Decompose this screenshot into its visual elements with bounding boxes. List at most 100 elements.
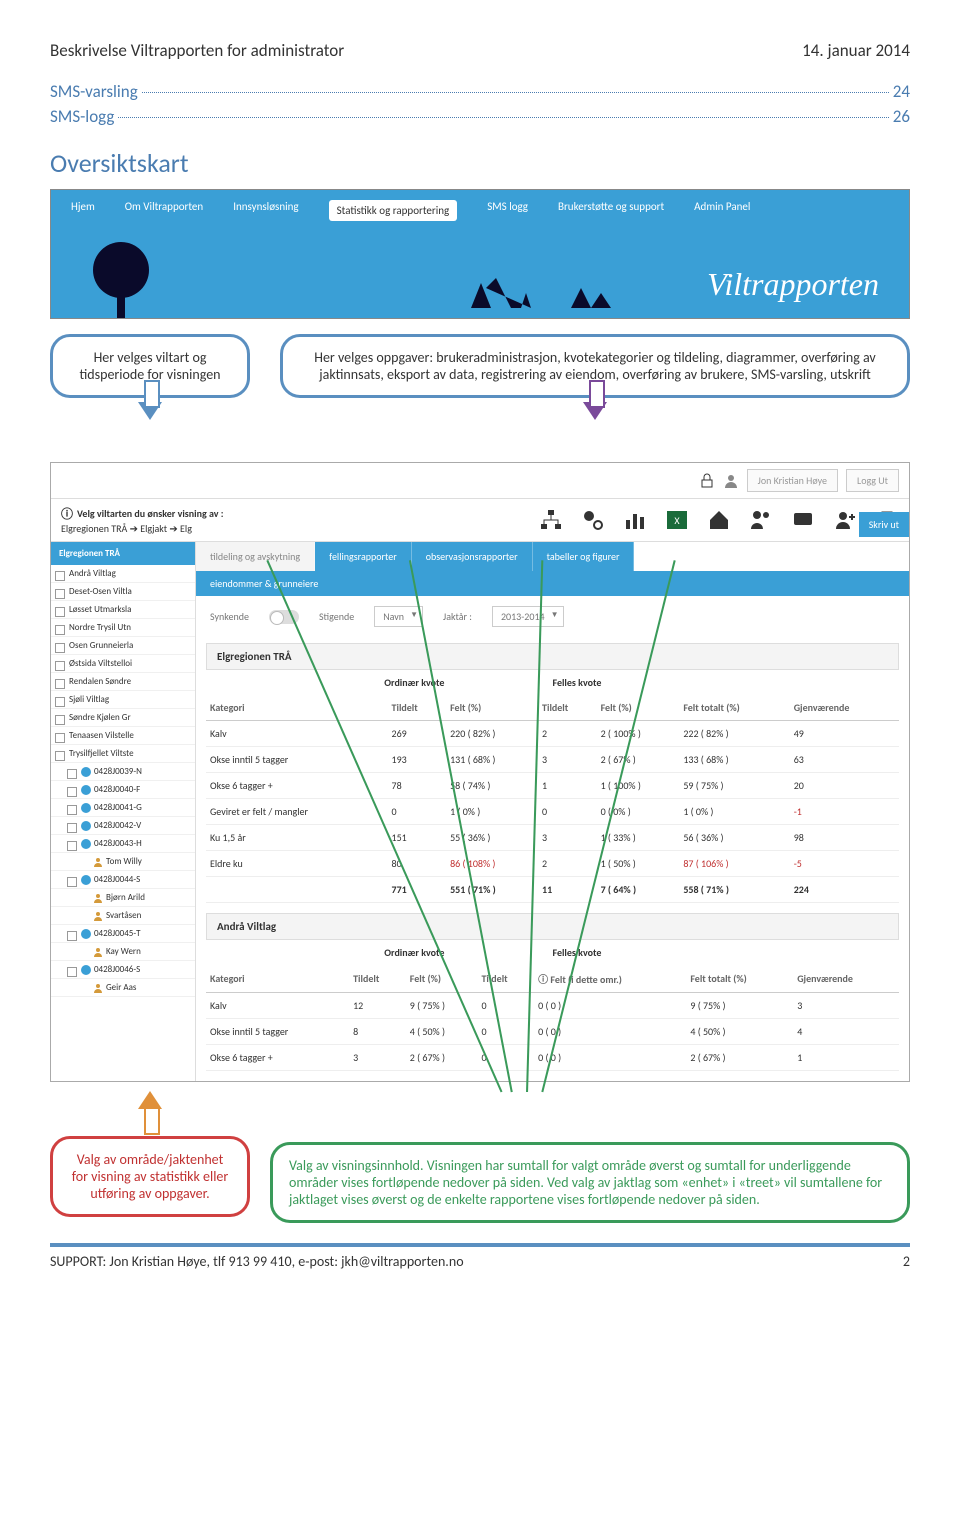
tree-item[interactable]: Andrå Viltlag (51, 565, 195, 583)
cell: 4 ( 50% ) (406, 1019, 478, 1045)
print-label[interactable]: Skriv ut (859, 512, 909, 537)
cell: Geviret er felt / mangler (206, 799, 388, 825)
disc-icon (81, 839, 91, 849)
cell: 8 (349, 1019, 406, 1045)
cell: 224 (790, 877, 899, 903)
header-right: 14. januar 2014 (802, 40, 910, 61)
cell: 2 (538, 851, 597, 877)
jaktar-dropdown[interactable]: 2013-2014 (492, 606, 564, 627)
table-row: Okse 6 tagger +32 ( 67% )00 ( 0 )2 ( 67%… (206, 1045, 899, 1071)
tree-item[interactable]: Tom Willy (51, 853, 195, 871)
tree-item[interactable]: 0428J0039-N (51, 763, 195, 781)
nav-item[interactable]: Admin Panel (694, 200, 750, 221)
cell: 0 (477, 993, 534, 1019)
tab[interactable]: observasjonsrapporter (412, 542, 533, 571)
tree-item[interactable]: 0428J0040-F (51, 781, 195, 799)
user-swap-icon[interactable] (749, 508, 773, 532)
logout-button[interactable]: Logg Ut (846, 469, 899, 492)
cell: 55 ( 36% ) (446, 825, 538, 851)
sidebar-head[interactable]: Elgregionen TRÅ (51, 542, 195, 565)
person-icon[interactable] (723, 473, 739, 489)
tree-item[interactable]: 0428J0045-T (51, 925, 195, 943)
tree-item[interactable]: Trysilfjellet Viltste (51, 745, 195, 763)
cell: 2 ( 100% ) (597, 721, 680, 747)
cell: Okse 6 tagger + (206, 773, 388, 799)
tree-item[interactable]: Tenaasen Vilstelle (51, 727, 195, 745)
user-name-button[interactable]: Jon Kristian Høye (747, 469, 838, 492)
cell: Okse 6 tagger + (206, 1045, 349, 1071)
nav-item[interactable]: Om Viltrapporten (125, 200, 203, 221)
sort-toggle[interactable] (269, 610, 299, 624)
tree-item[interactable]: Sjøli Viltlag (51, 691, 195, 709)
tree-item[interactable]: Osen Grunneierla (51, 637, 195, 655)
home-icon[interactable] (707, 508, 731, 532)
tree-item[interactable]: Nordre Trysil Utn (51, 619, 195, 637)
table-row: Okse inntil 5 tagger84 ( 50% )00 ( 0 )4 … (206, 1019, 899, 1045)
tree-label: 0428J0044-S (94, 874, 140, 885)
cell: 1 ( 0% ) (679, 799, 789, 825)
cell: 20 (790, 773, 899, 799)
ordinaer-label: Ordinær kvote (384, 676, 552, 689)
user-add-icon[interactable] (833, 508, 857, 532)
tree-label: 0428J0042-V (94, 820, 141, 831)
name-dropdown[interactable]: Navn (374, 606, 423, 627)
gear-people-icon[interactable] (581, 508, 605, 532)
tree-item[interactable]: 0428J0042-V (51, 817, 195, 835)
cell: 49 (790, 721, 899, 747)
tree-label: Bjørn Arild (106, 892, 145, 903)
tab[interactable]: tildeling og avskytning (196, 542, 315, 571)
toc-label: SMS-varsling (50, 81, 138, 102)
tree-item[interactable]: 0428J0044-S (51, 871, 195, 889)
cell: Kalv (206, 721, 388, 747)
tree-item[interactable]: 0428J0041-G (51, 799, 195, 817)
tree-silhouette-icon (81, 238, 161, 318)
excel-icon[interactable]: X (665, 508, 689, 532)
nav-item[interactable]: SMS logg (487, 200, 528, 221)
tree-item[interactable]: Kay Wern (51, 943, 195, 961)
cell: Kalv (206, 993, 349, 1019)
nav-item[interactable]: Brukerstøtte og support (558, 200, 664, 221)
person-icon (93, 911, 103, 921)
tree-label: Svartåsen (106, 910, 141, 921)
cell: 56 ( 36% ) (679, 825, 789, 851)
col-header: Tildelt (538, 695, 597, 721)
tree-item[interactable]: Rendalen Søndre (51, 673, 195, 691)
cell: 131 ( 68% ) (446, 747, 538, 773)
col-header: Tildelt (477, 965, 534, 993)
disc-icon (81, 965, 91, 975)
ordinaer-label: Ordinær kvote (384, 946, 552, 959)
cell: 0 ( 0% ) (597, 799, 680, 825)
tree-item[interactable]: Bjørn Arild (51, 889, 195, 907)
subtab[interactable]: eiendommer & grunneiere (196, 571, 909, 596)
tree-label: Østsida Viltstelloi (69, 658, 132, 669)
cell: 3 (793, 993, 899, 1019)
tree-item[interactable]: 0428J0043-H (51, 835, 195, 853)
nav-item[interactable]: Statistikk og rapportering (329, 200, 458, 221)
tree-item[interactable]: 0428J0046-S (51, 961, 195, 979)
tab[interactable]: fellingsrapporter (315, 542, 412, 571)
tree-item[interactable]: Deset-Osen Viltla (51, 583, 195, 601)
tree-item[interactable]: Svartåsen (51, 907, 195, 925)
app-screenshot: Jon Kristian Høye Logg Ut ⓘ Velg viltart… (50, 462, 910, 1082)
tree-label: Osen Grunneierla (69, 640, 133, 651)
tree-item[interactable]: Østsida Viltstelloi (51, 655, 195, 673)
cell: 11 (538, 877, 597, 903)
tree-label: Deset-Osen Viltla (69, 586, 132, 597)
nav-item[interactable]: Innsynsløsning (233, 200, 298, 221)
tree-label: Tom Willy (106, 856, 142, 867)
sms-icon[interactable] (791, 508, 815, 532)
hierarchy-icon[interactable] (539, 508, 563, 532)
cell: 193 (388, 747, 447, 773)
tree-item[interactable]: Geir Aas (51, 979, 195, 997)
tree-item[interactable]: Løsset Utmarksla (51, 601, 195, 619)
lock-icon[interactable] (699, 473, 715, 489)
person-icon (93, 857, 103, 867)
nav-item[interactable]: Hjem (71, 200, 95, 221)
tree-item[interactable]: Søndre Kjølen Gr (51, 709, 195, 727)
chart-icon[interactable] (623, 508, 647, 532)
tab[interactable]: tabeller og figurer (533, 542, 635, 571)
cell: 151 (388, 825, 447, 851)
banner-logo: Viltrapporten (707, 266, 879, 303)
cell: 1 ( 33% ) (597, 825, 680, 851)
cell: 78 (388, 773, 447, 799)
